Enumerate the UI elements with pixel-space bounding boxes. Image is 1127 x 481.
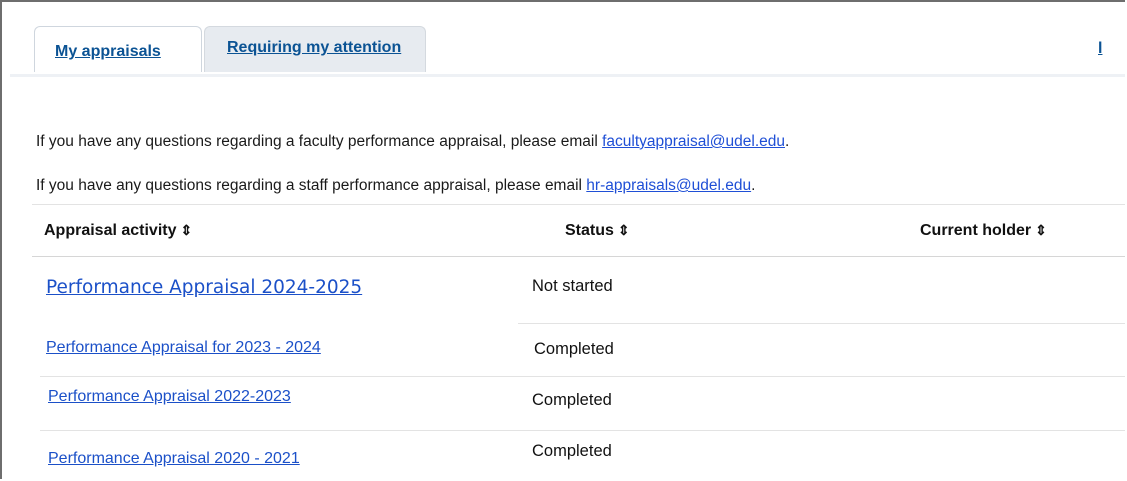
column-header-label: Current holder bbox=[920, 222, 1032, 239]
appraisal-link[interactable]: Performance Appraisal 2020 - 2021 bbox=[48, 450, 300, 468]
row-divider bbox=[40, 430, 1125, 431]
staff-contact-suffix: . bbox=[751, 177, 756, 194]
status-value: Completed bbox=[534, 340, 614, 358]
tab-divider bbox=[972, 66, 974, 74]
tab-label: Requiring my attention bbox=[227, 39, 402, 56]
column-header-activity[interactable]: Appraisal activity ⇕ bbox=[44, 222, 192, 240]
status-value: Not started bbox=[532, 277, 613, 295]
tab-label: My appraisals bbox=[55, 43, 161, 60]
tab-divider bbox=[670, 66, 672, 74]
staff-contact-info: If you have any questions regarding a st… bbox=[36, 177, 755, 195]
staff-email-link[interactable]: hr-appraisals@udel.edu bbox=[586, 177, 751, 194]
faculty-contact-info: If you have any questions regarding a fa… bbox=[36, 133, 789, 151]
column-header-current-holder[interactable]: Current holder ⇕ bbox=[920, 222, 1047, 240]
tab-my-appraisals[interactable]: My appraisals bbox=[34, 26, 202, 72]
tab-requiring-my-attention[interactable]: Requiring my attention bbox=[204, 26, 426, 72]
sort-icon: ⇕ bbox=[180, 222, 193, 238]
appraisal-link[interactable]: Performance Appraisal 2022-2023 bbox=[48, 388, 291, 406]
staff-contact-text: If you have any questions regarding a st… bbox=[36, 177, 587, 194]
faculty-email-link[interactable]: facultyappraisal@udel.edu bbox=[602, 133, 785, 150]
tab-overflow-fragment[interactable]: l bbox=[1098, 40, 1102, 58]
row-divider bbox=[518, 323, 1125, 324]
faculty-contact-text: If you have any questions regarding a fa… bbox=[36, 133, 603, 150]
tab-divider bbox=[454, 66, 456, 74]
table-header-border bbox=[32, 256, 1125, 257]
status-value: Completed bbox=[532, 391, 612, 409]
tab-bar: My appraisals Requiring my attention l bbox=[10, 26, 1125, 77]
appraisal-link[interactable]: Performance Appraisal 2024-2025 bbox=[46, 277, 362, 298]
column-header-status[interactable]: Status ⇕ bbox=[565, 222, 630, 240]
column-header-label: Appraisal activity bbox=[44, 222, 177, 239]
column-header-label: Status bbox=[565, 222, 614, 239]
status-value: Completed bbox=[532, 442, 612, 460]
row-divider bbox=[40, 376, 1125, 377]
table-top-border bbox=[32, 204, 1125, 205]
faculty-contact-suffix: . bbox=[784, 133, 790, 150]
sort-icon: ⇕ bbox=[1035, 222, 1047, 238]
tab-divider bbox=[855, 66, 857, 74]
sort-icon: ⇕ bbox=[617, 222, 630, 238]
appraisal-link[interactable]: Performance Appraisal for 2023 - 2024 bbox=[46, 339, 321, 357]
